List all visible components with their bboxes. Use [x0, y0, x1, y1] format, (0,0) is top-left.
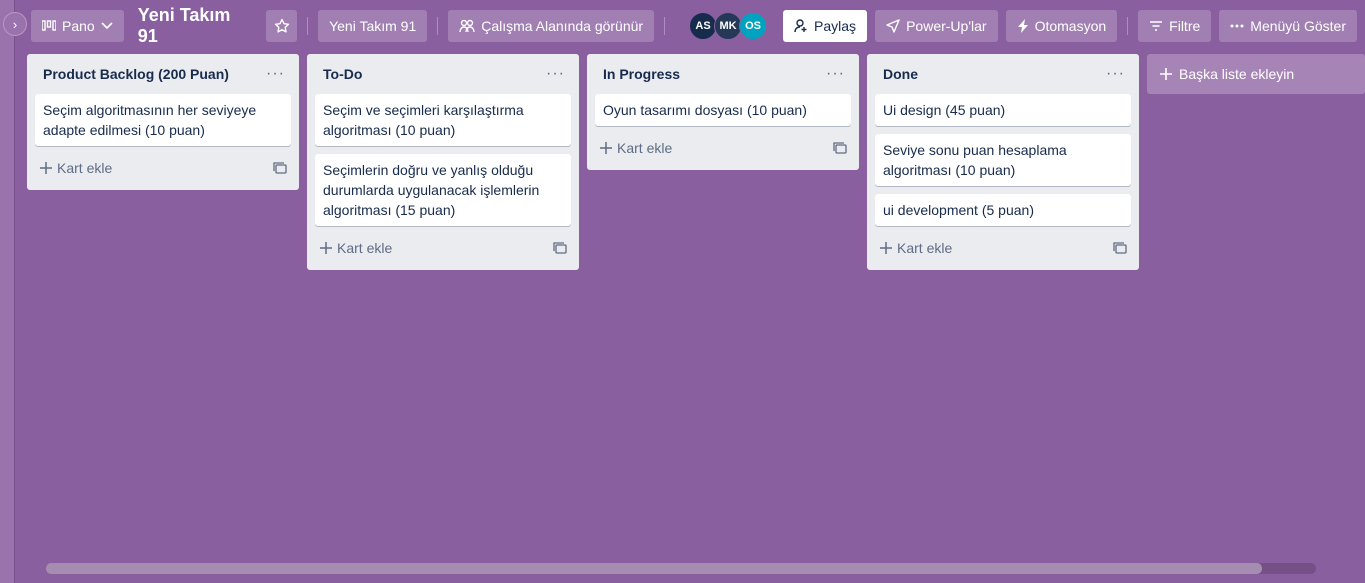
chevron-down-icon [101, 22, 113, 30]
list-footer: Kart ekle [875, 234, 1131, 262]
divider [307, 17, 309, 35]
list-menu-dots-icon[interactable]: ··· [1106, 65, 1125, 83]
card[interactable]: Seçim ve seçimleri karşılaştırma algorit… [315, 94, 571, 146]
list-title[interactable]: To-Do [323, 66, 362, 82]
member-avatar[interactable]: MK [714, 12, 743, 40]
add-card-button[interactable]: Kart ekle [599, 140, 672, 156]
add-card-label: Kart ekle [617, 140, 673, 156]
list: In Progress ··· Oyun tasarımı dosyası (1… [587, 54, 859, 170]
member-avatar[interactable]: AS [689, 12, 718, 40]
board-canvas: Product Backlog (200 Puan) ··· Seçim alg… [27, 54, 1365, 270]
filter-label: Filtre [1169, 18, 1201, 34]
list-title[interactable]: Product Backlog (200 Puan) [43, 66, 229, 82]
list-footer: Kart ekle [595, 134, 851, 162]
list-header: In Progress ··· [595, 54, 851, 94]
board-header: Pano Yeni Takım 91 Yeni Takım 91 Çalışma… [15, 0, 1365, 52]
list-header: Done ··· [875, 54, 1131, 94]
horizontal-scrollbar[interactable] [46, 563, 1316, 574]
add-person-icon [794, 19, 808, 33]
plus-icon [39, 161, 53, 175]
list-menu-dots-icon[interactable]: ··· [826, 65, 845, 83]
list-footer: Kart ekle [35, 154, 291, 182]
list-header: Product Backlog (200 Puan) ··· [35, 54, 291, 94]
list-title[interactable]: In Progress [603, 66, 680, 82]
filter-button[interactable]: Filtre [1138, 10, 1212, 42]
plus-icon [319, 241, 333, 255]
list: Product Backlog (200 Puan) ··· Seçim alg… [27, 54, 299, 190]
workspace-button[interactable]: Yeni Takım 91 [318, 10, 428, 42]
automation-label: Otomasyon [1034, 18, 1107, 34]
header-actions: Power-Up'lar Otomasyon Filtre Menüyü Gös… [875, 10, 1357, 42]
add-card-label: Kart ekle [337, 240, 393, 256]
scrollbar-thumb[interactable] [46, 563, 1262, 574]
board-view-icon [42, 20, 56, 32]
create-from-template-icon[interactable] [553, 242, 567, 254]
divider [1127, 17, 1129, 35]
visibility-label: Çalışma Alanında görünür [481, 18, 644, 34]
add-list-label: Başka liste ekleyin [1179, 66, 1295, 82]
view-switcher-button[interactable]: Pano [31, 10, 124, 42]
card[interactable]: ui development (5 puan) [875, 194, 1131, 226]
list-menu-dots-icon[interactable]: ··· [546, 65, 565, 83]
card[interactable]: Oyun tasarımı dosyası (10 puan) [595, 94, 851, 126]
powerups-button[interactable]: Power-Up'lar [875, 10, 998, 42]
lightning-icon [1017, 19, 1029, 33]
add-card-label: Kart ekle [57, 160, 113, 176]
list: To-Do ··· Seçim ve seçimleri karşılaştır… [307, 54, 579, 270]
star-button[interactable] [266, 10, 298, 42]
card[interactable]: Seçimlerin doğru ve yanlış olduğu duruml… [315, 154, 571, 226]
show-menu-label: Menüyü Göster [1250, 18, 1346, 34]
list-footer: Kart ekle [315, 234, 571, 262]
left-sidebar-rail [0, 0, 15, 583]
workspace-visibility-icon [459, 19, 475, 33]
add-card-button[interactable]: Kart ekle [319, 240, 392, 256]
list-title[interactable]: Done [883, 66, 918, 82]
create-from-template-icon[interactable] [833, 142, 847, 154]
add-card-button[interactable]: Kart ekle [879, 240, 952, 256]
powerups-label: Power-Up'lar [906, 18, 987, 34]
more-dots-icon [1230, 24, 1244, 28]
plus-icon [879, 241, 893, 255]
list: Done ··· Ui design (45 puan) Seviye sonu… [867, 54, 1139, 270]
board-title[interactable]: Yeni Takım 91 [132, 5, 259, 47]
plus-icon [599, 141, 613, 155]
list-header: To-Do ··· [315, 54, 571, 94]
show-menu-button[interactable]: Menüyü Göster [1219, 10, 1357, 42]
star-icon [274, 18, 290, 34]
card[interactable]: Seçim algoritmasının her seviyeye adapte… [35, 94, 291, 146]
share-label: Paylaş [814, 18, 857, 34]
view-switcher-label: Pano [62, 18, 95, 34]
share-button[interactable]: Paylaş [783, 10, 868, 42]
list-menu-dots-icon[interactable]: ··· [266, 65, 285, 83]
add-card-label: Kart ekle [897, 240, 953, 256]
member-avatar[interactable]: OS [739, 12, 768, 40]
add-list-button[interactable]: Başka liste ekleyin [1147, 54, 1365, 94]
workspace-label: Yeni Takım 91 [329, 18, 417, 34]
divider [437, 17, 439, 35]
rocket-icon [886, 19, 900, 33]
card[interactable]: Seviye sonu puan hesaplama algoritması (… [875, 134, 1131, 186]
card[interactable]: Ui design (45 puan) [875, 94, 1131, 126]
plus-icon [1159, 67, 1173, 81]
filter-icon [1149, 20, 1163, 32]
automation-button[interactable]: Otomasyon [1005, 10, 1118, 42]
divider [664, 17, 666, 35]
add-card-button[interactable]: Kart ekle [39, 160, 112, 176]
expand-sidebar-chevron-icon[interactable]: › [3, 12, 27, 36]
visibility-button[interactable]: Çalışma Alanında görünür [448, 10, 655, 42]
create-from-template-icon[interactable] [1113, 242, 1127, 254]
create-from-template-icon[interactable] [273, 162, 287, 174]
board-members: AS MK OS [689, 12, 768, 40]
